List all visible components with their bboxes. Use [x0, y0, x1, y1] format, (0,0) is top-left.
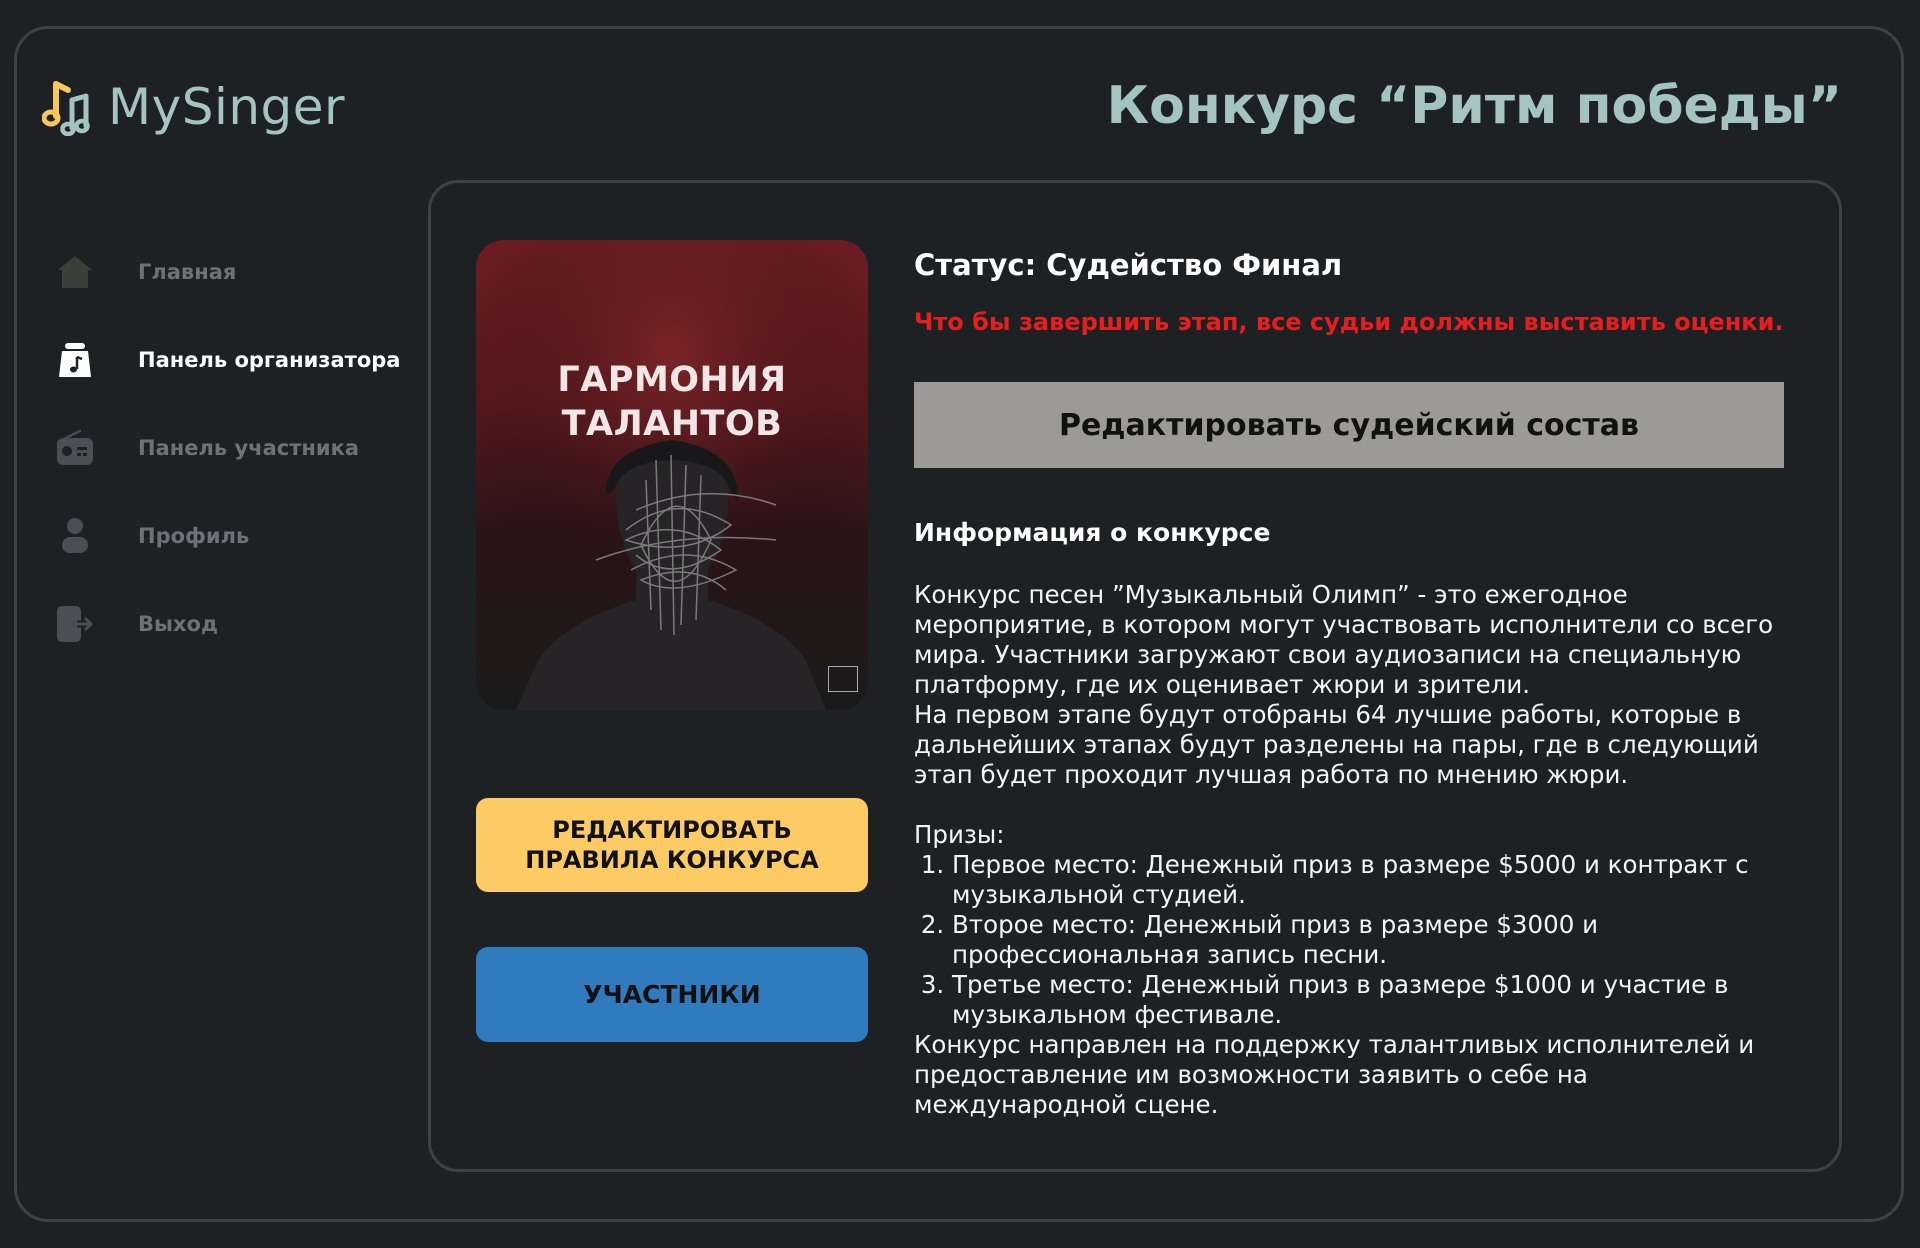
sidebar-item-label: Панель участника [138, 436, 360, 460]
sidebar-item-home[interactable]: Главная [54, 228, 400, 316]
sidebar-item-organizer[interactable]: Панель организатора [54, 316, 400, 404]
app-name: MySinger [108, 78, 346, 136]
contest-closing: Конкурс направлен на поддержку талантлив… [914, 1030, 1755, 1119]
stage-warning: Что бы завершить этап, все судьи должны … [914, 308, 1784, 336]
contest-cover-image: ГАРМОНИЯ ТАЛАНТОВ [476, 240, 868, 710]
sidebar-item-profile[interactable]: Профиль [54, 492, 400, 580]
radio-icon [54, 427, 96, 469]
edit-judges-button[interactable]: Редактировать судейский состав [914, 382, 1784, 468]
sidebar-item-logout[interactable]: Выход [54, 580, 400, 668]
parental-advisory-badge [828, 666, 858, 692]
contest-status: Статус: Судейство Финал [914, 248, 1343, 282]
music-note-icon [42, 81, 90, 136]
sidebar-item-label: Панель организатора [138, 348, 401, 372]
page-title: Конкурс “Ритм победы” [1106, 76, 1842, 136]
contest-description: Конкурс песен ”Музыкальный Олимп” - это … [914, 580, 1774, 699]
info-heading: Информация о конкурсе [914, 518, 1271, 547]
participants-button[interactable]: УЧАСТНИКИ [476, 947, 868, 1042]
contest-info: Конкурс песен ”Музыкальный Олимп” - это … [914, 580, 1794, 1120]
sidebar-item-label: Главная [138, 260, 237, 284]
organizer-icon [54, 339, 96, 381]
sidebar-item-participant[interactable]: Панель участника [54, 404, 400, 492]
prizes-heading: Призы: [914, 820, 1005, 849]
prizes-list: Первое место: Денежный приз в размере $5… [914, 850, 1794, 1030]
prize-item: Первое место: Денежный приз в размере $5… [952, 850, 1794, 910]
user-icon [54, 515, 96, 557]
edit-rules-button[interactable]: РЕДАКТИРОВАТЬ ПРАВИЛА КОНКУРСА [476, 798, 868, 892]
cover-title-line2: ТАЛАНТОВ [561, 404, 783, 444]
prize-item: Второе место: Денежный приз в размере $3… [952, 910, 1794, 970]
prize-item: Третье место: Денежный приз в размере $1… [952, 970, 1794, 1030]
cover-artwork [476, 240, 868, 710]
contest-description-stages: На первом этапе будут отобраны 64 лучшие… [914, 700, 1759, 789]
sidebar: Главная Панель организатора Панель участ… [54, 228, 400, 668]
sidebar-item-label: Выход [138, 612, 218, 636]
sidebar-item-label: Профиль [138, 524, 250, 548]
home-icon [54, 251, 96, 293]
cover-title-line1: ГАРМОНИЯ [557, 360, 787, 400]
logout-icon [54, 603, 96, 645]
logo[interactable]: MySinger [42, 78, 345, 136]
cover-title: ГАРМОНИЯ ТАЛАНТОВ [476, 358, 868, 446]
